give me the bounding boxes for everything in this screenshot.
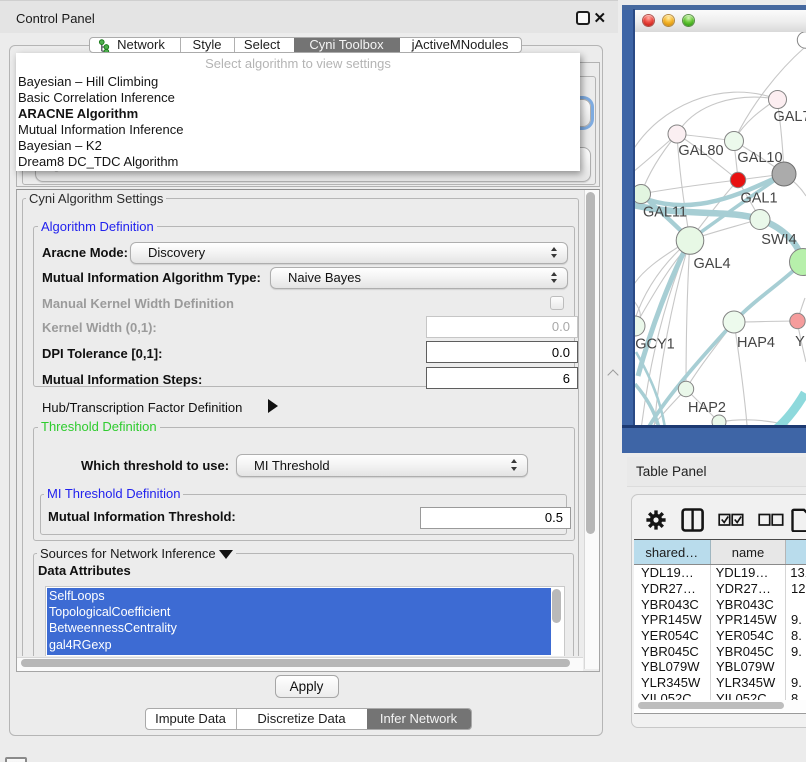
svg-text:GAL4: GAL4: [693, 256, 730, 272]
svg-text:HAP4: HAP4: [737, 335, 775, 351]
svg-text:HAP2: HAP2: [688, 400, 726, 416]
svg-text:GAL80: GAL80: [678, 143, 723, 159]
svg-text:Y: Y: [795, 334, 805, 350]
svg-text:GAL7: GAL7: [773, 109, 806, 125]
svg-text:GAL10: GAL10: [737, 150, 782, 166]
svg-text:GCY1: GCY1: [635, 337, 675, 353]
svg-text:GAL1: GAL1: [740, 191, 777, 207]
svg-text:GAL11: GAL11: [643, 205, 687, 221]
svg-text:SWI4: SWI4: [761, 232, 796, 248]
